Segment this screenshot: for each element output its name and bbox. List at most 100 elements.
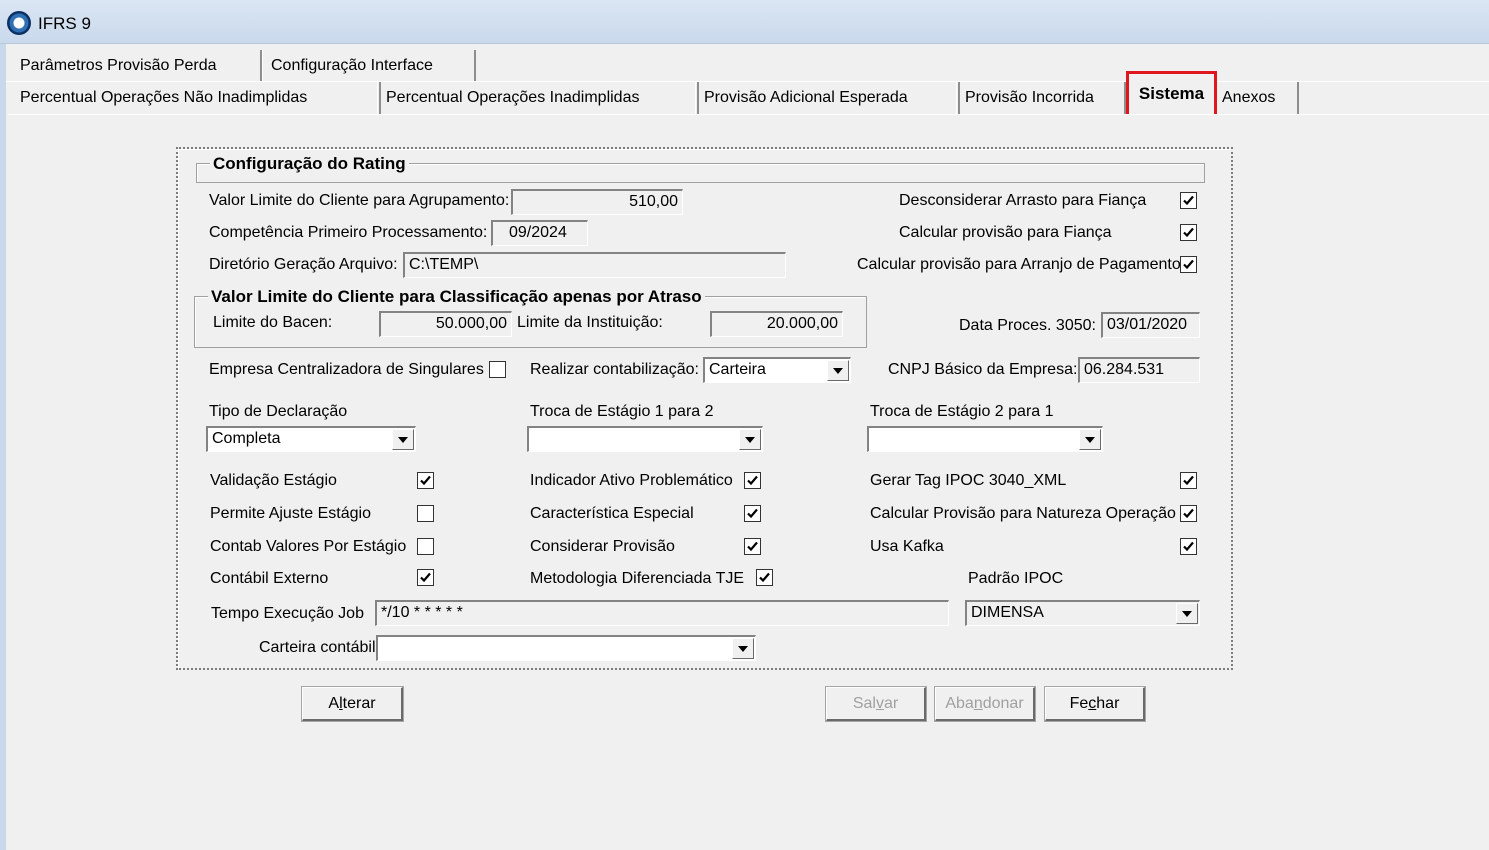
tab-provisao-adicional-esperada[interactable]: Provisão Adicional Esperada [695,82,960,114]
limite-bacen-label: Limite do Bacen: [213,314,333,331]
tab-sistema[interactable]: Sistema [1126,71,1217,117]
checkmark-icon [420,572,431,583]
calcular-arranjo-checkbox[interactable] [1180,256,1197,273]
calcular-fianca-checkbox[interactable] [1180,224,1197,241]
chevron-down-icon[interactable] [1079,429,1101,450]
chevron-down-icon[interactable] [827,360,849,381]
fechar-label-pre: Fe [1069,695,1089,712]
tab-row-1: Parâmetros Provisão Perda Configuração I… [6,50,1489,81]
alterar-button[interactable]: Alterar [301,686,404,722]
padrao-ipoc-value: DIMENSA [971,604,1044,621]
tipo-declaracao-label: Tipo de Declaração [209,403,348,420]
chevron-down-icon[interactable] [392,429,414,450]
calcular-fianca-label: Calcular provisão para Fiança [899,224,1112,241]
tab-percentual-nao-inadimplidas[interactable]: Percentual Operações Não Inadimplidas [12,82,381,114]
calcular-arranjo-label: Calcular provisão para Arranjo de Pagame… [857,256,1181,273]
valor-limite-field[interactable]: 510,00 [511,189,683,215]
padrao-ipoc-select[interactable]: DIMENSA [965,600,1200,626]
competencia-label: Competência Primeiro Processamento: [209,224,488,241]
padrao-ipoc-label: Padrão IPOC [968,570,1064,587]
troca-2-1-label: Troca de Estágio 2 para 1 [870,403,1054,420]
indicador-ativo-label: Indicador Ativo Problemático [530,472,733,489]
calcular-natureza-label: Calcular Provisão para Natureza Operação [870,505,1176,522]
salvar-button[interactable]: Salvar [825,686,927,722]
limite-bacen-field[interactable]: 50.000,00 [379,311,512,337]
diretorio-label: Diretório Geração Arquivo: [209,256,398,273]
validacao-estagio-checkbox[interactable] [417,472,434,489]
tab-parametros-provisao-perda[interactable]: Parâmetros Provisão Perda [12,50,262,81]
window-title: IFRS 9 [38,14,91,33]
tab-anexos[interactable]: Anexos [1213,82,1299,114]
caracteristica-especial-checkbox[interactable] [744,505,761,522]
checkmark-icon [1183,195,1194,206]
tipo-declaracao-value: Completa [212,430,281,447]
tab-row-2: Percentual Operações Não Inadimplidas Pe… [6,81,1489,114]
calcular-natureza-checkbox[interactable] [1180,505,1197,522]
diretorio-field[interactable]: C:\TEMP\ [403,252,786,278]
chevron-down-icon[interactable] [1176,603,1198,624]
alterar-label-pre: A [328,695,340,712]
usa-kafka-label: Usa Kafka [870,538,944,555]
data-proces-field[interactable]: 03/01/2020 [1101,312,1200,338]
desconsiderar-arrasto-checkbox[interactable] [1180,192,1197,209]
checkmark-icon [1183,227,1194,238]
tempo-execucao-field[interactable]: */10 * * * * * [375,600,949,626]
tempo-execucao-label: Tempo Execução Job [211,605,364,622]
tab-provisao-incorrida[interactable]: Provisão Incorrida [956,82,1126,114]
considerar-provisao-label: Considerar Provisão [530,538,675,555]
chevron-down-icon[interactable] [732,638,754,659]
chevron-down-icon[interactable] [739,429,761,450]
checkmark-icon [1183,508,1194,519]
contab-valores-label: Contab Valores Por Estágio [210,538,407,555]
competencia-field[interactable]: 09/2024 [491,220,588,246]
indicador-ativo-checkbox[interactable] [744,472,761,489]
tipo-declaracao-select[interactable]: Completa [206,426,416,452]
contab-valores-checkbox[interactable] [417,538,434,555]
checkmark-icon [1183,259,1194,270]
checkmark-icon [747,475,758,486]
checkmark-icon [1183,541,1194,552]
abandonar-label-pre: Aba [945,695,974,712]
data-proces-label: Data Proces. 3050: [959,317,1096,334]
alterar-label-post: terar [342,695,376,712]
abandonar-button[interactable]: Abandonar [934,686,1036,722]
carteira-contabil-select[interactable] [376,635,756,661]
contabil-externo-label: Contábil Externo [210,570,329,587]
tab-percentual-inadimplidas[interactable]: Percentual Operações Inadimplidas [377,82,699,114]
checkmark-icon [759,572,770,583]
fechar-button[interactable]: Fechar [1044,686,1146,722]
salvar-label-post: ar [883,695,899,712]
contabil-externo-checkbox[interactable] [417,569,434,586]
salvar-label-pre: Sal [852,695,876,712]
valor-limite-label: Valor Limite do Cliente para Agrupamento… [209,192,510,209]
tab-configuracao-interface[interactable]: Configuração Interface [262,50,476,81]
troca-2-1-select[interactable] [867,426,1103,452]
carteira-contabil-label: Carteira contábil [259,639,376,656]
limite-instituicao-label: Limite da Instituição: [517,314,663,331]
app-logo-icon [7,11,31,35]
validacao-estagio-label: Validação Estágio [210,472,337,489]
checkmark-icon [420,475,431,486]
permite-ajuste-checkbox[interactable] [417,505,434,522]
salvar-mnemonic: v [875,695,884,712]
troca-1-2-select[interactable] [527,426,763,452]
gerar-tag-checkbox[interactable] [1180,472,1197,489]
abandonar-mnemonic: n [973,695,983,712]
metodologia-tje-checkbox[interactable] [756,569,773,586]
limite-instituicao-field[interactable]: 20.000,00 [710,311,843,337]
cnpj-field[interactable]: 06.284.531 [1078,357,1200,383]
usa-kafka-checkbox[interactable] [1180,538,1197,555]
fechar-label-post: har [1096,695,1120,712]
window-left-border [0,44,6,850]
realizar-contabilizacao-value: Carteira [709,361,766,378]
checkmark-icon [1183,475,1194,486]
considerar-provisao-checkbox[interactable] [744,538,761,555]
metodologia-tje-label: Metodologia Diferenciada TJE [530,570,745,587]
rating-group-title: Configuração do Rating [210,154,409,174]
empresa-centralizadora-checkbox[interactable] [489,361,506,378]
realizar-contabilizacao-label: Realizar contabilização: [530,361,699,378]
troca-1-2-label: Troca de Estágio 1 para 2 [530,403,714,420]
realizar-contabilizacao-select[interactable]: Carteira [703,357,851,383]
checkmark-icon [747,508,758,519]
checkmark-icon [747,541,758,552]
